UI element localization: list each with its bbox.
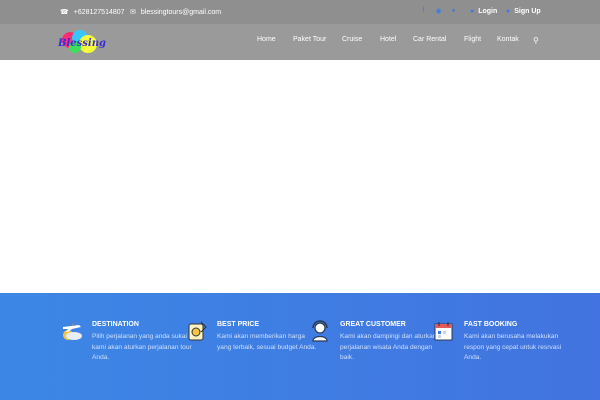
social-links: f ◉ ✦ [420,7,457,15]
customer-support-icon [312,320,328,342]
nav-paket-tour[interactable]: Paket Tour [293,36,326,43]
feature-text: Pilih perjalanan yang anda sukai kami ak… [92,333,192,361]
primary-nav: Home Paket Tour Cruise Hotel Car Rental … [0,36,600,48]
login-label: Login [478,8,498,15]
feature-title: DESTINATION [92,321,139,328]
facebook-icon[interactable]: f [420,7,427,15]
twitter-icon[interactable]: ✦ [450,7,457,15]
plane-cloud-icon [63,323,82,340]
hero-area [0,60,600,293]
feature-text: Kami akan berusaha melakukan respon yang… [464,333,562,361]
nav-flight[interactable]: Flight [464,36,481,43]
email-contact[interactable]: ✉ blessingtours@gmail.com [130,8,222,17]
signup-label: Sign Up [514,8,541,15]
login-link[interactable]: ● Login [470,8,497,15]
feature-title: GREAT CUSTOMER [340,321,406,328]
main-navbar: Blessing Home Paket Tour Cruise Hotel Ca… [0,24,600,60]
feature-title: FAST BOOKING [464,321,518,328]
nav-kontak[interactable]: Kontak [497,36,519,43]
nav-home[interactable]: Home [257,36,276,43]
phone-contact[interactable]: ☎ +628127514807 [60,8,125,17]
search-icon[interactable]: ⚲ [533,36,539,45]
nav-cruise[interactable]: Cruise [342,36,362,43]
calendar-icon [434,322,453,341]
signup-link[interactable]: ● Sign Up [506,8,541,15]
top-bar: ☎ +628127514807 ✉ blessingtours@gmail.co… [0,0,600,24]
phone-icon: ☎ [60,9,69,16]
features-section: DESTINATION Pilih perjalanan yang anda s… [0,293,600,400]
nav-car-rental[interactable]: Car Rental [413,36,446,43]
feature-text: Kami akan memberikan harga yang terbaik,… [217,333,317,351]
user-icon: ● [470,8,475,15]
nav-hotel[interactable]: Hotel [380,36,396,43]
envelope-icon: ✉ [130,9,136,16]
phone-number: +628127514807 [73,8,125,16]
price-tag-icon [188,321,207,341]
email-address: blessingtours@gmail.com [140,8,222,16]
feature-text: Kami akan dampingi dan aturkan perjalana… [340,333,437,361]
user-plus-icon: ● [506,8,511,15]
instagram-icon[interactable]: ◉ [435,7,442,15]
feature-title: BEST PRICE [217,321,260,328]
